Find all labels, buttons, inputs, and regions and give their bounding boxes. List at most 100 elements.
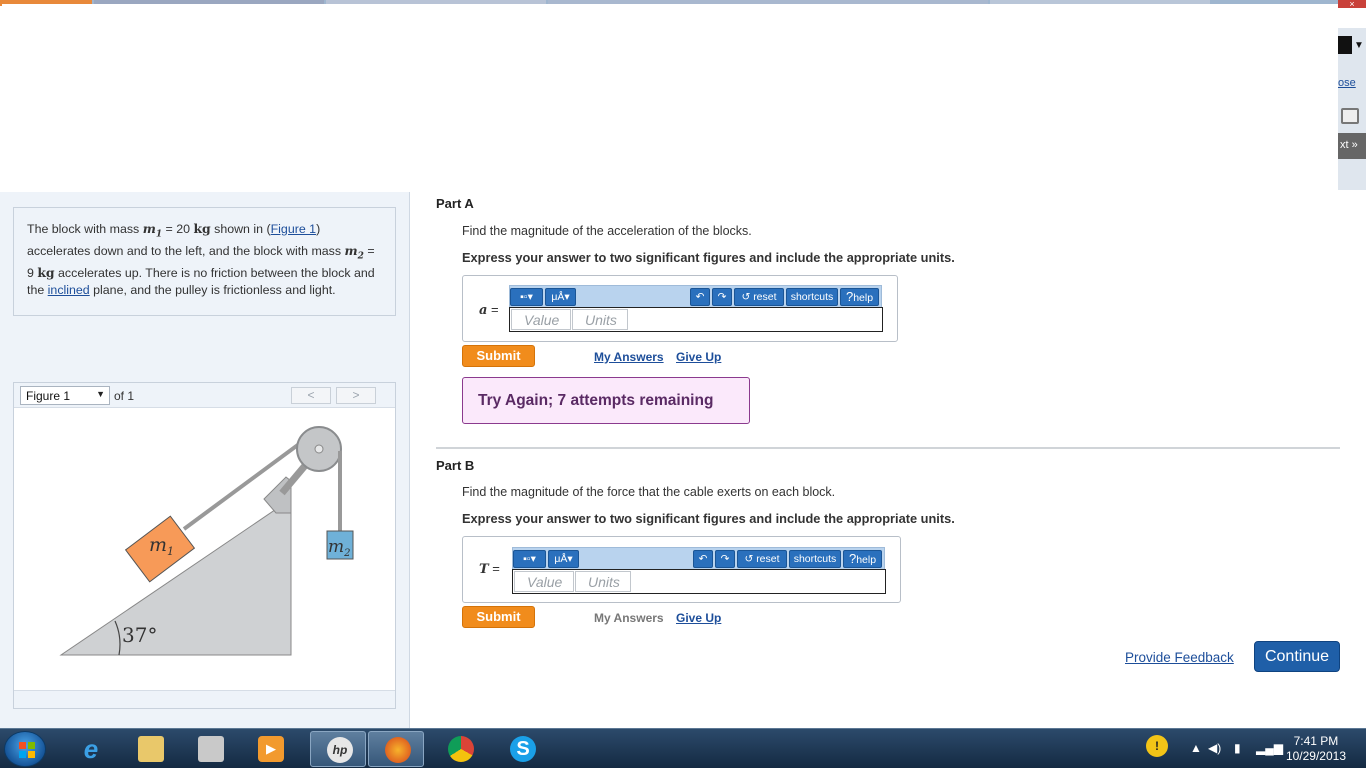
clock-date: 10/29/2013 bbox=[1285, 749, 1346, 763]
firefox-icon bbox=[385, 737, 411, 763]
value-input[interactable]: Value bbox=[514, 571, 574, 592]
part-divider bbox=[436, 447, 1340, 449]
help-button[interactable]: ?help bbox=[840, 288, 879, 306]
skype-icon: S bbox=[510, 736, 536, 762]
close-link[interactable]: ose bbox=[1338, 77, 1356, 89]
units-input[interactable]: Units bbox=[572, 309, 628, 330]
problem-text: shown in ( bbox=[210, 222, 271, 236]
media-player-icon: ▶ bbox=[258, 736, 284, 762]
print-icon[interactable] bbox=[1341, 108, 1359, 124]
chevron-down-icon[interactable]: ▼ bbox=[1354, 40, 1364, 51]
math-toolbar: ▪▫▾ μÅ▾ ↶ ↷ ↺ reset shortcuts ?help bbox=[512, 547, 885, 569]
ie-taskbar-button[interactable]: e bbox=[62, 731, 118, 767]
part-b-instruction: Express your answer to two significant f… bbox=[462, 511, 955, 526]
figure-select[interactable]: Figure 1 ▼ bbox=[20, 386, 110, 405]
angle-label: 37° bbox=[122, 623, 157, 647]
window-close-button[interactable]: × bbox=[1338, 0, 1366, 9]
printer-taskbar-button[interactable] bbox=[182, 731, 238, 767]
main-content: Part A Find the magnitude of the acceler… bbox=[410, 192, 1366, 728]
units-input[interactable]: Units bbox=[575, 571, 631, 592]
units-symbol-button[interactable]: μÅ▾ bbox=[545, 288, 576, 306]
blank-overlay bbox=[2, 4, 1338, 192]
action-center-warning-icon[interactable]: ! bbox=[1146, 735, 1168, 757]
figure-link[interactable]: Figure 1 bbox=[271, 222, 316, 236]
value-input[interactable]: Value bbox=[511, 309, 571, 330]
media-player-taskbar-button[interactable]: ▶ bbox=[242, 731, 298, 767]
reset-button[interactable]: ↺ reset bbox=[734, 288, 784, 306]
math-toolbar: ▪▫▾ μÅ▾ ↶ ↷ ↺ reset shortcuts ?help bbox=[509, 285, 882, 307]
part-b-give-up-link[interactable]: Give Up bbox=[676, 611, 721, 625]
unit-kg: kg bbox=[37, 265, 55, 281]
unit-kg: kg bbox=[193, 221, 211, 236]
toolbar-icon[interactable] bbox=[1338, 36, 1352, 54]
chrome-icon bbox=[448, 736, 474, 762]
clock[interactable]: 7:41 PM 10/29/2013 bbox=[1286, 734, 1346, 764]
hp-icon: hp bbox=[327, 737, 353, 763]
browser-right-edge: × ▼ ose xt » bbox=[1338, 0, 1366, 190]
part-a-submit-button[interactable]: Submit bbox=[462, 345, 535, 367]
templates-button[interactable]: ▪▫▾ bbox=[510, 288, 543, 306]
skype-taskbar-button[interactable]: S bbox=[494, 731, 550, 767]
part-b-submit-button[interactable]: Submit bbox=[462, 606, 535, 628]
part-a-variable: a = bbox=[479, 302, 499, 318]
system-tray: ! ▲ ◀) ▮ ▂▄▆ 7:41 PM 10/29/2013 bbox=[1140, 729, 1366, 768]
clock-time: 7:41 PM bbox=[1293, 734, 1339, 748]
incline-plane bbox=[59, 498, 292, 656]
inclined-link[interactable]: inclined bbox=[48, 283, 90, 297]
part-a-title: Part A bbox=[436, 196, 474, 211]
ie-icon: e bbox=[83, 734, 99, 764]
figure-prev-button[interactable]: < bbox=[291, 387, 331, 404]
part-b-question: Find the magnitude of the force that the… bbox=[462, 485, 836, 499]
mass-symbol: m1 bbox=[142, 221, 163, 240]
problem-text: plane, and the pulley is frictionless an… bbox=[89, 282, 336, 297]
part-b-my-answers-link: My Answers bbox=[594, 611, 664, 625]
undo-icon[interactable]: ↶ bbox=[690, 288, 710, 306]
problem-text: The block with mass bbox=[27, 222, 143, 236]
chevron-down-icon: ▼ bbox=[96, 389, 105, 399]
figure-next-button[interactable]: > bbox=[336, 387, 376, 404]
printer-icon bbox=[198, 736, 224, 762]
part-a-question: Find the magnitude of the acceleration o… bbox=[462, 224, 752, 238]
part-a-answer-box: a = ▪▫▾ μÅ▾ ↶ ↷ ↺ reset shortcuts ?help … bbox=[462, 275, 898, 342]
explorer-icon bbox=[138, 736, 164, 762]
figure-footer bbox=[14, 690, 395, 708]
figure-count: of 1 bbox=[114, 389, 135, 403]
incline-pulley-figure: 37° m1 m2 bbox=[59, 426, 354, 656]
power-icon[interactable]: ▮ bbox=[1234, 741, 1241, 755]
part-b-variable: T = bbox=[479, 561, 500, 577]
part-a-input-row: Value Units bbox=[509, 307, 883, 332]
chrome-taskbar-button[interactable] bbox=[432, 731, 488, 767]
explorer-taskbar-button[interactable] bbox=[122, 731, 178, 767]
volume-icon[interactable]: ◀) bbox=[1208, 741, 1221, 755]
firefox-taskbar-button[interactable] bbox=[368, 731, 424, 767]
provide-feedback-link[interactable]: Provide Feedback bbox=[1125, 650, 1234, 665]
start-button[interactable] bbox=[4, 731, 46, 767]
part-b-input-row: Value Units bbox=[512, 569, 886, 594]
shortcuts-button[interactable]: shortcuts bbox=[786, 288, 838, 306]
windows-logo-icon bbox=[19, 742, 35, 758]
redo-icon[interactable]: ↷ bbox=[715, 550, 735, 568]
pulley-axle bbox=[314, 444, 324, 454]
try-again-feedback: Try Again; 7 attempts remaining bbox=[462, 377, 750, 424]
show-hidden-icons-icon[interactable]: ▲ bbox=[1190, 741, 1202, 755]
units-symbol-button[interactable]: μÅ▾ bbox=[548, 550, 579, 568]
figure-viewer: Figure 1 ▼ of 1 < > 37° m1 m2 bbox=[13, 382, 396, 709]
redo-icon[interactable]: ↷ bbox=[712, 288, 732, 306]
problem-statement: The block with mass m1 = 20 kg shown in … bbox=[13, 207, 396, 316]
shortcuts-button[interactable]: shortcuts bbox=[789, 550, 841, 568]
undo-icon[interactable]: ↶ bbox=[693, 550, 713, 568]
part-a-my-answers-link[interactable]: My Answers bbox=[594, 350, 664, 364]
templates-button[interactable]: ▪▫▾ bbox=[513, 550, 546, 568]
part-b-answer-box: T = ▪▫▾ μÅ▾ ↶ ↷ ↺ reset shortcuts ?help … bbox=[462, 536, 901, 603]
help-button[interactable]: ?help bbox=[843, 550, 882, 568]
figure-header: Figure 1 ▼ of 1 < > bbox=[14, 383, 395, 408]
reset-button[interactable]: ↺ reset bbox=[737, 550, 787, 568]
mass-symbol: m2 bbox=[344, 243, 364, 262]
network-signal-icon[interactable]: ▂▄▆ bbox=[1256, 741, 1283, 755]
taskbar: e ▶ hp S ! ▲ ◀) ▮ ▂▄▆ 7:41 PM 10/29/2013 bbox=[0, 728, 1366, 768]
continue-button[interactable]: Continue bbox=[1254, 641, 1340, 672]
part-a-give-up-link[interactable]: Give Up bbox=[676, 350, 721, 364]
next-button[interactable]: xt » bbox=[1338, 133, 1366, 159]
hp-taskbar-button[interactable]: hp bbox=[310, 731, 366, 767]
part-b-title: Part B bbox=[436, 458, 475, 473]
